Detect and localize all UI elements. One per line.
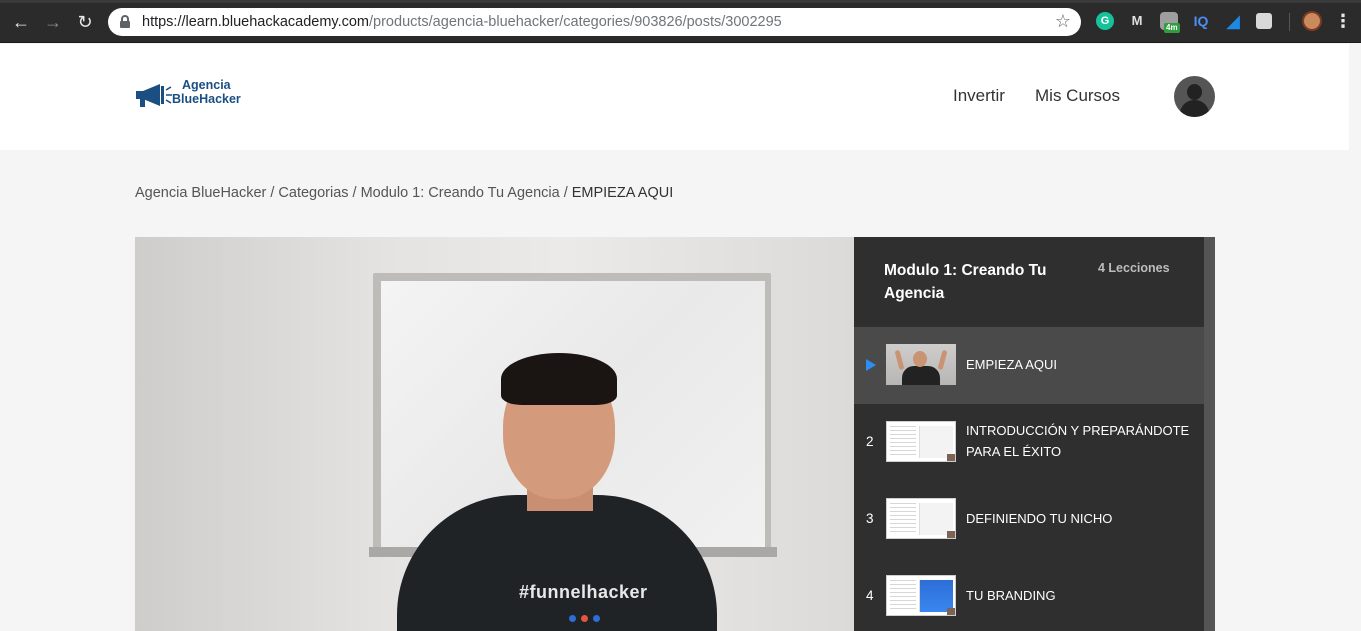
nav-mis-cursos-link[interactable]: Mis Cursos — [1035, 86, 1120, 106]
logo-text-line1: Agencia — [182, 78, 231, 92]
sidebar-scrollbar[interactable] — [1204, 237, 1215, 631]
breadcrumb-item-modulo[interactable]: Modulo 1: Creando Tu Agencia — [361, 185, 560, 201]
lock-icon — [120, 15, 130, 28]
video-player[interactable]: #funnelhacker — [135, 237, 854, 631]
presenter-hair — [501, 353, 617, 405]
browser-toolbar: ← → ↻ https://learn.bluehackacademy.com/… — [0, 0, 1361, 43]
lesson-thumbnail — [886, 498, 956, 539]
logo-text-line2: BlueHacker — [172, 92, 241, 106]
lesson-thumbnail — [886, 344, 956, 385]
module-title: Modulo 1: Creando Tu Agencia — [884, 262, 1047, 302]
lesson-item-3[interactable]: 3 DEFINIENDO TU NICHO — [854, 481, 1204, 558]
lesson-title: TU BRANDING — [966, 588, 1056, 603]
avatar-head — [1187, 84, 1202, 100]
cloud-extension-icon[interactable]: 4m — [1160, 12, 1180, 33]
lesson-item-2[interactable]: 2 INTRODUCCIÓN Y PREPARÁNDOTE PARA EL ÉX… — [854, 404, 1204, 481]
play-icon — [866, 359, 876, 371]
nav-invertir-link[interactable]: Invertir — [953, 86, 1005, 106]
lesson-item-1[interactable]: EMPIEZA AQUI — [854, 327, 1204, 404]
lesson-number: 3 — [866, 511, 874, 526]
m-extension-icon[interactable]: M — [1128, 12, 1146, 30]
megaphone-icon — [136, 84, 172, 107]
back-icon[interactable]: ← — [10, 11, 32, 33]
bookmark-star-icon[interactable]: ☆ — [1055, 11, 1071, 32]
shirt-logo-dots — [569, 609, 609, 622]
iq-extension-icon[interactable]: IQ — [1192, 12, 1210, 30]
reload-icon[interactable]: ↻ — [74, 11, 96, 33]
lesson-number: 2 — [866, 434, 874, 449]
breadcrumb-item-categorias[interactable]: Categorias — [278, 185, 348, 201]
site-header: Agencia BlueHacker Invertir Mis Cursos — [0, 44, 1349, 150]
address-bar[interactable]: https://learn.bluehackacademy.com/produc… — [108, 8, 1081, 36]
lesson-thumbnail — [886, 575, 956, 616]
user-avatar[interactable] — [1174, 76, 1215, 117]
k-extension-icon[interactable]: ◢ — [1224, 12, 1242, 30]
breadcrumb-separator: / — [270, 185, 275, 201]
grammarly-extension-icon[interactable]: G — [1096, 12, 1114, 30]
cube-extension-icon[interactable] — [1256, 13, 1272, 29]
site-logo[interactable]: Agencia BlueHacker — [134, 76, 258, 118]
breadcrumb-item-agencia[interactable]: Agencia BlueHacker — [135, 185, 266, 201]
lesson-thumbnail — [886, 421, 956, 462]
lesson-title: DEFINIENDO TU NICHO — [966, 511, 1113, 526]
profile-avatar-icon[interactable] — [1302, 11, 1322, 31]
menu-kebab-icon[interactable]: ⋮ — [1334, 12, 1352, 30]
breadcrumb-current: EMPIEZA AQUI — [571, 185, 674, 201]
url-path: /products/agencia-bluehacker/categories/… — [369, 14, 782, 30]
lesson-title: EMPIEZA AQUI — [966, 357, 1058, 372]
extension-badge: 4m — [1164, 23, 1180, 33]
lesson-number: 4 — [866, 588, 874, 603]
url-host: https://learn.bluehackacademy.com — [142, 14, 370, 30]
url-text[interactable]: https://learn.bluehackacademy.com/produc… — [142, 14, 782, 30]
breadcrumb-separator: / — [563, 185, 568, 201]
toolbar-divider — [1289, 13, 1290, 31]
breadcrumb: Agencia BlueHacker / Categorias / Modulo 1: … — [135, 185, 673, 201]
tab-strip — [0, 0, 1361, 3]
lesson-sidebar: Modulo 1: Creando Tu Agencia 4 Lecciones… — [854, 237, 1215, 631]
lesson-title: INTRODUCCIÓN Y PREPARÁNDOTE PARA EL ÉXIT… — [966, 423, 1190, 459]
lesson-count: 4 Lecciones — [1098, 261, 1170, 275]
shirt-print-text: #funnelhacker — [519, 582, 648, 602]
forward-icon[interactable]: → — [42, 11, 64, 33]
breadcrumb-separator: / — [352, 185, 357, 201]
lesson-item-4[interactable]: 4 TU BRANDING — [854, 558, 1204, 631]
avatar-shoulders — [1180, 100, 1209, 117]
